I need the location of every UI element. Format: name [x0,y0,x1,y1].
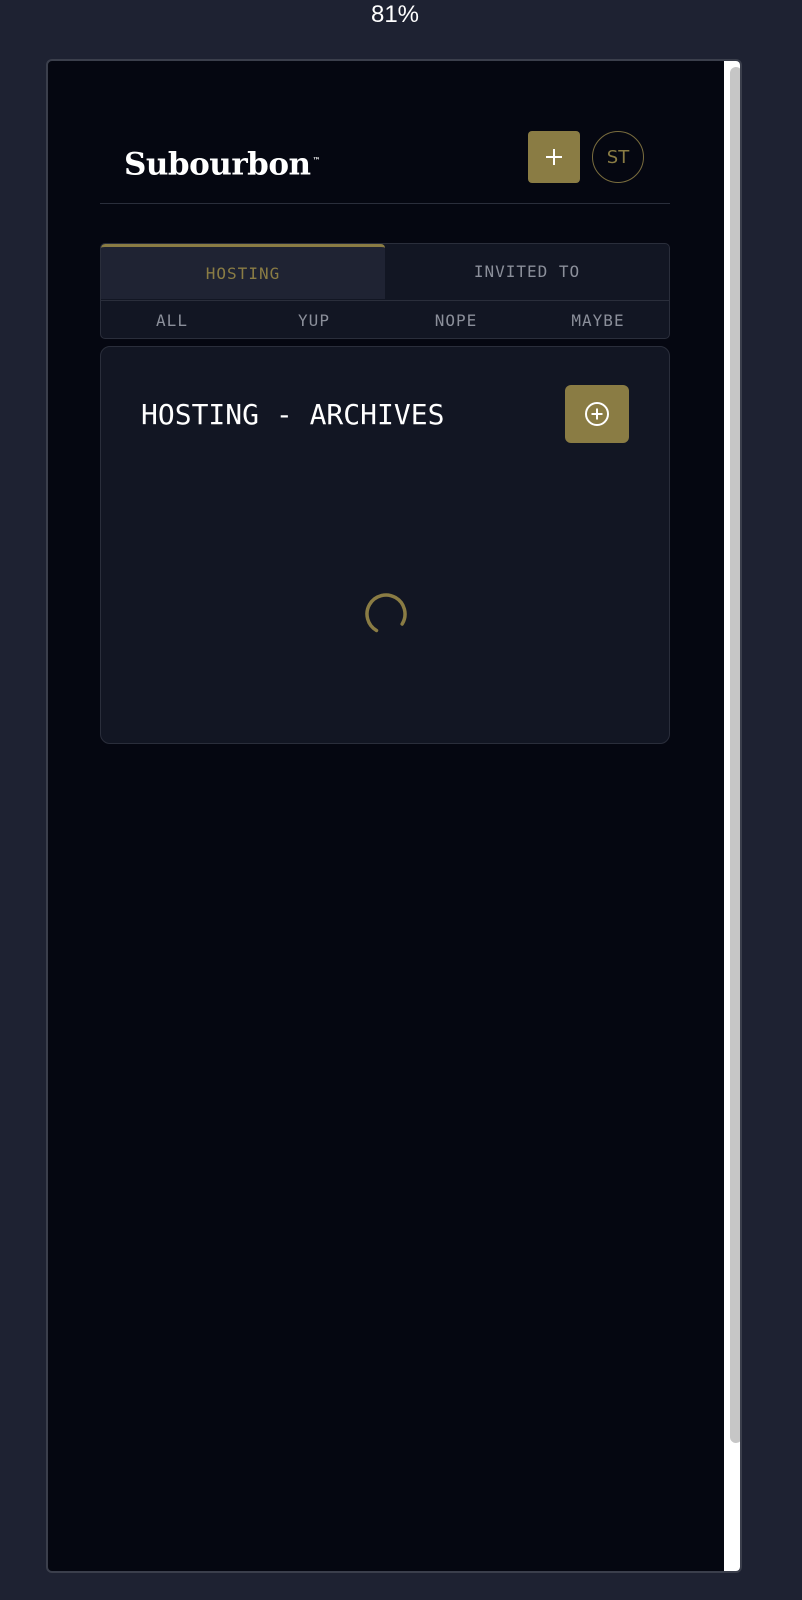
filter-yup[interactable]: YUP [243,301,385,338]
app-viewport: Subourbon ™ ST HOSTING INVITED TO ALL YUP… [46,59,742,1573]
app-header: Subourbon ™ ST [100,131,670,204]
trademark-mark: ™ [312,156,321,165]
hosting-archives-card: HOSTING - ARCHIVES [100,346,670,744]
rsvp-filter-bar: ALL YUP NOPE MAYBE [101,300,669,338]
scrollbar-thumb[interactable] [730,67,740,1443]
filter-nope[interactable]: NOPE [385,301,527,338]
circle-plus-icon [585,402,609,426]
card-title: HOSTING - ARCHIVES [141,398,445,431]
vertical-scrollbar[interactable] [724,61,740,1571]
add-event-button[interactable] [528,131,580,183]
filter-maybe[interactable]: MAYBE [527,301,669,338]
event-tabs-panel: HOSTING INVITED TO ALL YUP NOPE MAYBE [100,243,670,339]
tab-invited-to[interactable]: INVITED TO [385,244,669,299]
user-avatar[interactable]: ST [592,131,644,183]
zoom-level: 81% [370,1,420,28]
plus-icon [546,149,562,165]
loading-spinner-icon [365,593,407,635]
tab-hosting[interactable]: HOSTING [101,244,385,299]
brand-name: Subourbon [124,146,311,183]
filter-all[interactable]: ALL [101,301,243,338]
brand-logo[interactable]: Subourbon ™ [124,141,321,184]
add-archive-button[interactable] [565,385,629,443]
